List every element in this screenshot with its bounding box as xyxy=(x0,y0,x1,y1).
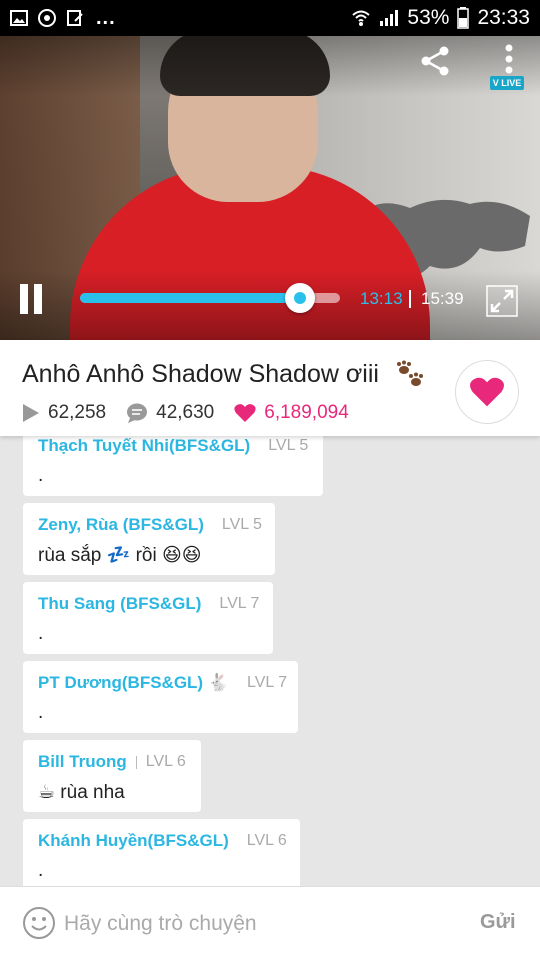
video-player[interactable]: V LIVE 13:13 15:39 xyxy=(0,36,540,340)
chat-level: LVL 7 xyxy=(219,595,260,612)
heart-icon xyxy=(234,404,256,422)
clock: 23:33 xyxy=(477,6,530,29)
chat-input-bar: Gửi xyxy=(0,886,540,960)
chat-message: Khánh Huyền(BFS&GL) LVL 6 . xyxy=(23,819,300,886)
chat-username[interactable]: Thu Sang (BFS&GL) xyxy=(38,594,201,614)
share-icon[interactable] xyxy=(418,44,452,78)
send-button[interactable]: Gửi xyxy=(480,911,516,934)
chat-text: . xyxy=(38,860,44,881)
battery-icon xyxy=(457,7,470,29)
progress-bar[interactable] xyxy=(80,283,340,313)
chat-level: LVL 6 xyxy=(145,753,186,770)
chat-list[interactable]: Thạch Tuyết Nhi(BFS&GL) LVL 5 . Zeny, Rùa… xyxy=(0,436,540,886)
battery-percent: 53% xyxy=(407,6,450,29)
chat-text: ☕ rùa nha xyxy=(38,781,125,803)
progress-fill xyxy=(80,293,300,303)
chat-text: rùa sắp 💤 rồi 😆😆 xyxy=(38,545,202,566)
current-time: 13:13 xyxy=(360,289,403,308)
chrome-icon xyxy=(38,9,56,27)
status-bar: ... 53% 23:33 xyxy=(0,0,540,36)
fullscreen-icon[interactable] xyxy=(486,285,518,317)
views-count: 62,258 xyxy=(48,402,107,423)
chat-username[interactable]: Khánh Huyền(BFS&GL) xyxy=(38,831,229,851)
chat-message: PT Dương(BFS&GL) 🐇 LVL 7 . xyxy=(23,661,298,733)
chat-input[interactable] xyxy=(64,907,444,941)
system-icons: 53% 23:33 xyxy=(351,6,530,30)
comments-stat: 42,630 xyxy=(126,402,214,424)
likes-stat: 6,189,094 xyxy=(234,402,349,424)
comments-count: 42,630 xyxy=(156,402,215,423)
video-stats: 62,258 42,630 6,189,094 xyxy=(22,402,369,424)
time-divider xyxy=(409,290,411,308)
chat-message: Thạch Tuyết Nhi(BFS&GL) LVL 5 . xyxy=(23,436,323,496)
pause-button[interactable] xyxy=(20,284,46,314)
chat-level: LVL 5 xyxy=(268,437,309,454)
chat-level: LVL 5 xyxy=(221,516,262,533)
share-notification-icon xyxy=(67,10,83,26)
video-top-shade xyxy=(0,36,540,96)
chat-level: LVL 7 xyxy=(246,674,288,691)
signal-icon xyxy=(380,10,399,26)
notification-icons: ... xyxy=(10,7,116,29)
play-count-icon xyxy=(23,404,39,422)
vlive-logo: V LIVE xyxy=(490,76,524,90)
chat-separator xyxy=(135,755,137,769)
chat-text: . xyxy=(38,702,44,723)
gallery-icon xyxy=(10,10,28,26)
chat-bubble-icon xyxy=(127,403,148,423)
more-notifications: ... xyxy=(96,7,116,29)
video-title: Anhô Anhô Shadow Shadow ơiii xyxy=(22,360,379,388)
wifi-icon xyxy=(352,10,371,26)
chat-message: Zeny, Rùa (BFS&GL) LVL 5 rùa sắp 💤 rồi 😆😆 xyxy=(23,503,275,575)
chat-username[interactable]: Zeny, Rùa (BFS&GL) xyxy=(38,515,204,535)
video-info-panel: Anhô Anhô Shadow Shadow ơiii 62,258 42,6… xyxy=(0,340,540,436)
likes-count: 6,189,094 xyxy=(264,402,349,423)
chat-level: LVL 6 xyxy=(246,832,287,849)
heart-icon xyxy=(470,377,504,407)
progress-knob[interactable] xyxy=(284,283,315,313)
chat-username[interactable]: PT Dương(BFS&GL) 🐇 xyxy=(38,673,229,693)
like-button[interactable] xyxy=(455,360,519,424)
emoji-icon[interactable] xyxy=(22,906,56,940)
chat-username[interactable]: Bill Truong xyxy=(38,752,127,772)
chat-text: . xyxy=(38,623,44,644)
chat-text: . xyxy=(38,465,44,486)
paw-prints-icon xyxy=(397,360,423,386)
views-stat: 62,258 xyxy=(22,402,106,424)
chat-username[interactable]: Thạch Tuyết Nhi(BFS&GL) xyxy=(38,436,250,456)
chat-message: Thu Sang (BFS&GL) LVL 7 . xyxy=(23,582,273,654)
total-time: 15:39 xyxy=(421,289,464,308)
chat-message: Bill Truong LVL 6 ☕ rùa nha xyxy=(23,740,201,812)
